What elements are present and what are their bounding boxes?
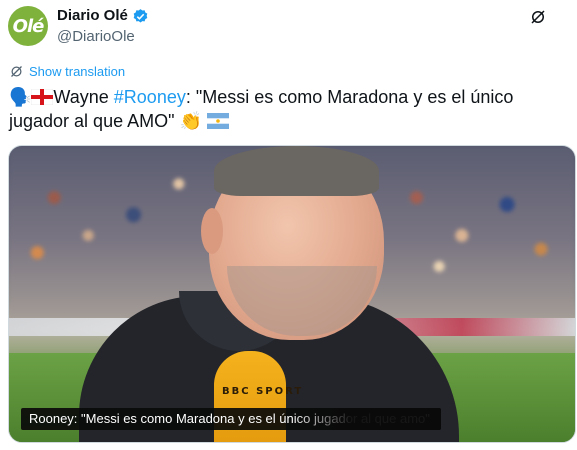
author-handle[interactable]: @DiarioOle — [57, 27, 135, 47]
avatar-logo-text: Olé — [12, 15, 45, 37]
video-caption: Rooney: "Messi es como Maradona y es el … — [21, 408, 441, 430]
tweet-text-start: Wayne — [53, 87, 114, 107]
avatar[interactable]: Olé — [8, 6, 48, 46]
hashtag-link[interactable]: #Rooney — [114, 87, 186, 107]
speaking-head-emoji: 🗣️ — [9, 87, 32, 107]
clapping-hands-emoji: 👏 — [179, 111, 202, 131]
person-hair — [214, 146, 379, 196]
verified-badge-icon — [133, 8, 148, 23]
show-translation-label[interactable]: Show translation — [29, 63, 125, 80]
tweet-text: 🗣️ Wayne #Rooney: "Messi es como Maradona… — [9, 85, 564, 133]
author-name-row[interactable]: Diario Olé — [57, 6, 149, 26]
grok-slash-icon[interactable] — [529, 8, 547, 26]
globe-icon — [11, 66, 22, 77]
person-ear — [201, 208, 223, 254]
author-display-name[interactable]: Diario Olé — [57, 6, 128, 26]
microphone-logo: BBC SPORT — [222, 386, 304, 397]
tweet-media-image[interactable]: BBC SPORT Rooney: "Messi es como Maradon… — [8, 145, 576, 443]
argentina-flag-icon — [206, 113, 229, 129]
england-flag-icon — [31, 89, 54, 105]
show-translation-link[interactable]: Show translation — [9, 63, 125, 80]
caption-fade — [291, 408, 441, 430]
